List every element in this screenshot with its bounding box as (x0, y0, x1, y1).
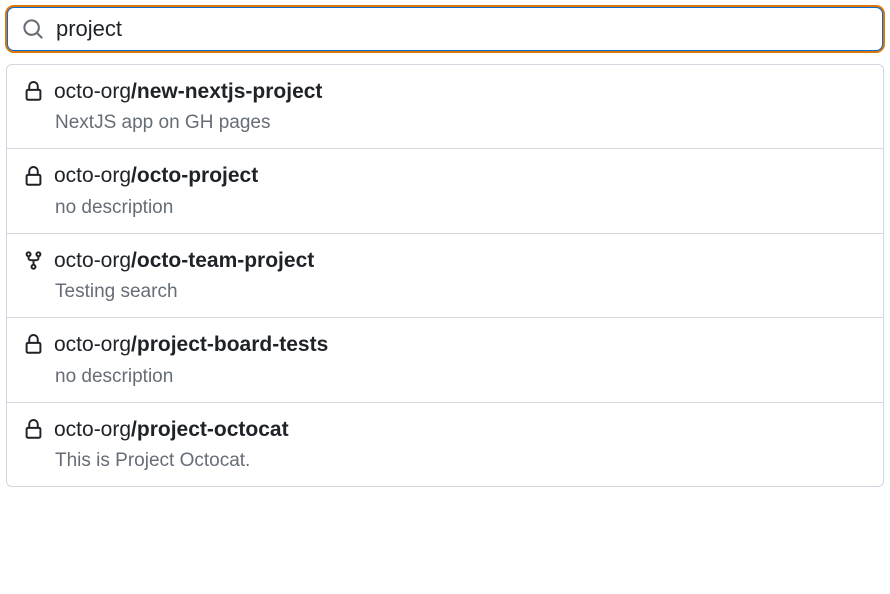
result-item[interactable]: octo-org/octo-project no description (7, 149, 883, 233)
repo-name: new-nextjs-project (137, 80, 323, 103)
result-header: octo-org/project-octocat (23, 415, 867, 444)
repo-description: Testing search (55, 281, 867, 303)
repo-owner: octo-org (54, 333, 131, 356)
repo-name: project-board-tests (137, 333, 328, 356)
result-item[interactable]: octo-org/octo-team-project Testing searc… (7, 234, 883, 318)
repo-owner: octo-org (54, 418, 131, 441)
result-header: octo-org/project-board-tests (23, 330, 867, 359)
result-header: octo-org/octo-team-project (23, 246, 867, 275)
repo-name: octo-team-project (137, 249, 314, 272)
result-item[interactable]: octo-org/new-nextjs-project NextJS app o… (7, 65, 883, 149)
result-header: octo-org/new-nextjs-project (23, 77, 867, 106)
lock-icon (23, 166, 44, 187)
result-item[interactable]: octo-org/project-board-tests no descript… (7, 318, 883, 402)
repo-owner: octo-org (54, 164, 131, 187)
search-icon (22, 18, 44, 40)
repo-name: project-octocat (137, 418, 289, 441)
repo-description: NextJS app on GH pages (55, 112, 867, 134)
repo-full-name: octo-org/octo-project (54, 161, 258, 190)
repo-full-name: octo-org/octo-team-project (54, 246, 314, 275)
repo-description: no description (55, 197, 867, 219)
repo-description: no description (55, 366, 867, 388)
repo-full-name: octo-org/project-octocat (54, 415, 289, 444)
repo-name: octo-project (137, 164, 258, 187)
result-header: octo-org/octo-project (23, 161, 867, 190)
search-results-list: octo-org/new-nextjs-project NextJS app o… (6, 64, 884, 487)
repo-full-name: octo-org/new-nextjs-project (54, 77, 322, 106)
lock-icon (23, 334, 44, 355)
search-input[interactable] (56, 16, 868, 42)
lock-icon (23, 81, 44, 102)
repo-full-name: octo-org/project-board-tests (54, 330, 328, 359)
fork-icon (23, 250, 44, 271)
search-box[interactable] (6, 6, 884, 52)
repo-owner: octo-org (54, 249, 131, 272)
result-item[interactable]: octo-org/project-octocat This is Project… (7, 403, 883, 486)
repo-owner: octo-org (54, 80, 131, 103)
lock-icon (23, 419, 44, 440)
repo-description: This is Project Octocat. (55, 450, 867, 472)
